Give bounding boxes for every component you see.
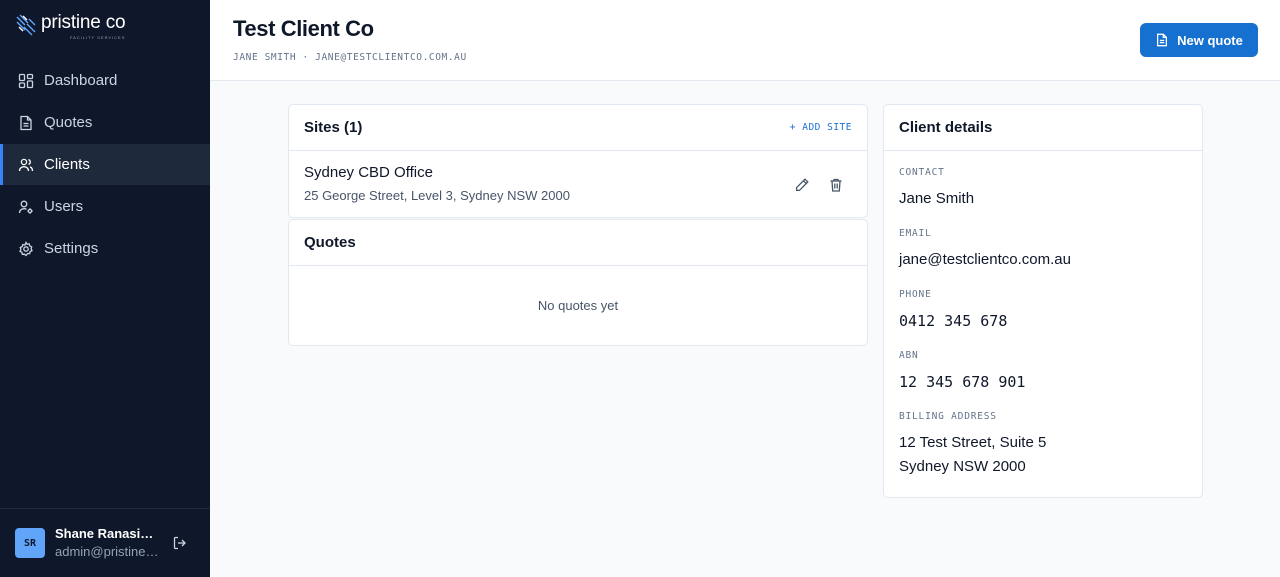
sidebar-item-label: Users xyxy=(44,198,84,215)
list-item[interactable]: Sydney CBD Office 25 George Street, Leve… xyxy=(289,151,867,218)
avatar[interactable]: SR xyxy=(15,528,45,558)
details-title: Client details xyxy=(899,119,993,136)
gear-icon xyxy=(18,240,34,257)
sites-card: Sites (1) + ADD SITE Sydney CBD Office 2… xyxy=(288,104,868,218)
brand-name: pristine co xyxy=(41,12,126,33)
trash-icon[interactable] xyxy=(827,176,845,194)
user-profile: SR Shane Ranasinghe admin@pristineco.com… xyxy=(0,508,210,577)
billing-line-2: Sydney NSW 2000 xyxy=(899,458,1026,475)
quotes-card: Quotes No quotes yet xyxy=(288,219,868,346)
sites-title: Sites (1) xyxy=(304,119,363,136)
billing-line-1: 12 Test Street, Suite 5 xyxy=(899,434,1047,451)
sidebar-item-label: Settings xyxy=(44,240,99,257)
edit-icon[interactable] xyxy=(793,176,811,194)
new-quote-button[interactable]: New quote xyxy=(1140,23,1258,57)
email-value[interactable]: jane@testclientco.com.au xyxy=(899,248,1187,272)
client-details-card: Client details CONTACT Jane Smith EMAIL … xyxy=(883,104,1203,498)
sidebar-nav: Dashboard Quotes Clients Users Settings xyxy=(0,60,210,270)
logout-icon[interactable] xyxy=(171,534,189,552)
quotes-title: Quotes xyxy=(304,234,356,251)
add-site-button[interactable]: + ADD SITE xyxy=(790,122,852,133)
site-name: Sydney CBD Office xyxy=(304,164,433,181)
sidebar-item-users[interactable]: Users xyxy=(0,186,210,227)
sidebar-item-label: Dashboard xyxy=(44,72,118,89)
contact-value: Jane Smith xyxy=(899,190,975,207)
sidebar-item-clients[interactable]: Clients xyxy=(0,144,210,185)
user-name: Shane Ranasinghe xyxy=(55,525,161,541)
user-email: admin@pristineco.com.au xyxy=(55,543,161,559)
sidebar: pristine co FACILITY SERVICES Dashboard … xyxy=(0,0,210,577)
page-subtitle: JANE SMITH · JANE@TESTCLIENTCO.COM.AU xyxy=(233,52,467,63)
users-icon xyxy=(18,157,34,173)
page-title: Test Client Co xyxy=(233,16,374,41)
sidebar-item-label: Clients xyxy=(44,156,90,173)
abn-value: 12 345 678 901 xyxy=(899,373,1026,391)
billing-address: 12 Test Street, Suite 5 Sydney NSW 2000 xyxy=(899,431,1187,479)
billing-label: BILLING ADDRESS xyxy=(899,411,997,422)
brand-logo-icon xyxy=(16,14,36,36)
sidebar-item-dashboard[interactable]: Dashboard xyxy=(0,60,210,101)
new-quote-label: New quote xyxy=(1177,32,1243,48)
sidebar-item-quotes[interactable]: Quotes xyxy=(0,102,210,143)
user-cog-icon xyxy=(18,199,34,215)
phone-value: 0412 345 678 xyxy=(899,312,1008,330)
sidebar-item-settings[interactable]: Settings xyxy=(0,228,210,269)
site-address: 25 George Street, Level 3, Sydney NSW 20… xyxy=(304,188,570,203)
page-header: Test Client Co JANE SMITH · JANE@TESTCLI… xyxy=(210,0,1280,81)
phone-label: PHONE xyxy=(899,289,932,300)
dashboard-icon xyxy=(18,73,34,89)
empty-state: No quotes yet xyxy=(537,298,619,313)
brand-logo[interactable]: pristine co FACILITY SERVICES xyxy=(15,12,126,42)
document-icon xyxy=(18,115,34,131)
document-icon xyxy=(1157,33,1168,47)
sidebar-item-label: Quotes xyxy=(44,114,93,131)
brand-tagline: FACILITY SERVICES xyxy=(69,35,126,40)
contact-label: CONTACT xyxy=(899,167,945,178)
abn-label: ABN xyxy=(899,350,919,361)
email-label: EMAIL xyxy=(899,228,932,239)
